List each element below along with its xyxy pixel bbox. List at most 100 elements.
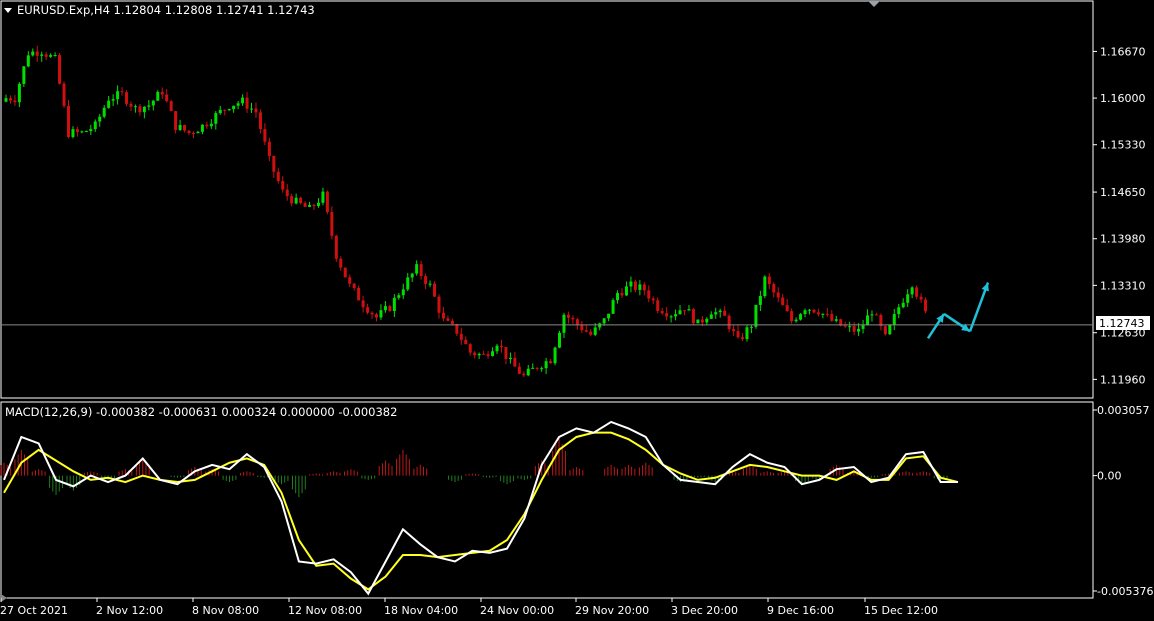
candle-body (682, 310, 686, 312)
candle-body (254, 108, 258, 113)
candle-body (678, 310, 682, 315)
price-tick-label: 1.16670 (1100, 45, 1146, 58)
candle-body (236, 103, 240, 106)
candle-body (250, 108, 254, 110)
candle-body (468, 344, 472, 353)
candle-body (674, 314, 678, 317)
candle-body (102, 107, 106, 117)
time-tick-label: 15 Dec 12:00 (864, 604, 938, 617)
candle-body (785, 305, 789, 312)
candle-body (26, 55, 30, 67)
candle-body (700, 319, 704, 323)
candle-body (138, 106, 142, 113)
candle-body (205, 124, 209, 127)
candle-body (544, 361, 548, 369)
candle-body (53, 55, 57, 57)
candle-body (120, 91, 124, 93)
candle-body (4, 98, 8, 102)
candle-body (830, 314, 834, 321)
candle-body (13, 100, 17, 103)
candle-body (861, 325, 865, 329)
price-tick-label: 1.11960 (1100, 373, 1146, 386)
trading-chart-window[interactable]: 1.16670 1.16000 1.15330 1.14650 1.13980 1.133… (0, 0, 1154, 621)
candle-body (281, 181, 285, 190)
candle-body (558, 332, 562, 348)
candle-body (89, 129, 93, 132)
candle-body (241, 97, 245, 104)
time-tick-label: 18 Nov 04:00 (384, 604, 458, 617)
candle-body (129, 103, 133, 107)
candle-body (754, 304, 758, 327)
candle-body (660, 310, 664, 314)
candle-body (258, 112, 262, 130)
candle-body (455, 324, 459, 334)
candle-body (602, 318, 606, 324)
candle-body (571, 317, 575, 320)
candle-body (575, 319, 579, 325)
candle-body (584, 330, 588, 332)
candle-body (825, 313, 829, 315)
candle-body (562, 314, 566, 333)
candle-body (892, 314, 896, 325)
candle-body (767, 276, 771, 285)
candle-body (915, 287, 919, 297)
candle-body (343, 267, 347, 278)
candle-body (285, 189, 289, 197)
candle-body (499, 345, 503, 348)
candle-body (433, 283, 437, 297)
candle-body (160, 91, 164, 95)
candle-body (31, 51, 35, 56)
candle-body (303, 203, 307, 207)
candle-body (370, 312, 374, 315)
candle-body (919, 296, 923, 300)
candle-body (8, 98, 12, 101)
candle-body (642, 284, 646, 291)
time-tick-label: 27 Oct 2021 (0, 604, 68, 617)
candle-body (147, 105, 151, 107)
candle-body (419, 264, 423, 277)
candle-body (383, 306, 387, 311)
candle-body (388, 306, 392, 311)
candle-body (776, 292, 780, 298)
candle-body (392, 297, 396, 311)
time-tick-label: 12 Nov 08:00 (288, 604, 362, 617)
candle-body (803, 310, 807, 315)
candle-body (566, 314, 570, 318)
candle-body (816, 312, 820, 315)
candle-body (22, 66, 26, 84)
candle-body (486, 354, 490, 356)
candle-body (656, 300, 660, 311)
candle-body (446, 318, 450, 321)
price-tick-label: 1.14650 (1100, 186, 1146, 199)
candle-body (263, 129, 267, 142)
price-tick-label: 1.16000 (1100, 92, 1146, 105)
candle-body (133, 106, 137, 108)
candle-body (191, 133, 195, 135)
price-tick-label: 1.13980 (1100, 233, 1146, 246)
candle-body (897, 307, 901, 315)
candle-body (80, 131, 84, 133)
candle-body (718, 310, 722, 313)
candle-body (183, 125, 187, 131)
current-price-tag: 1.12743 (1096, 316, 1150, 330)
candle-body (227, 109, 231, 111)
candle-body (174, 111, 178, 131)
candle-body (624, 286, 628, 296)
candle-body (745, 327, 749, 340)
candle-body (272, 155, 276, 172)
candle-body (843, 325, 847, 327)
candle-body (321, 191, 325, 203)
candle-body (401, 289, 405, 296)
candle-body (473, 352, 477, 356)
candle-body (98, 116, 102, 122)
candle-body (901, 302, 905, 308)
candle-body (232, 105, 236, 110)
candle-body (732, 329, 736, 332)
candle-body (334, 235, 338, 259)
macd-tick-label: 0.003057 (1097, 404, 1150, 417)
candle-body (290, 196, 294, 204)
candle-body (35, 51, 39, 56)
candle-body (580, 324, 584, 331)
time-tick-label: 8 Nov 08:00 (192, 604, 259, 617)
candle-body (267, 141, 271, 156)
